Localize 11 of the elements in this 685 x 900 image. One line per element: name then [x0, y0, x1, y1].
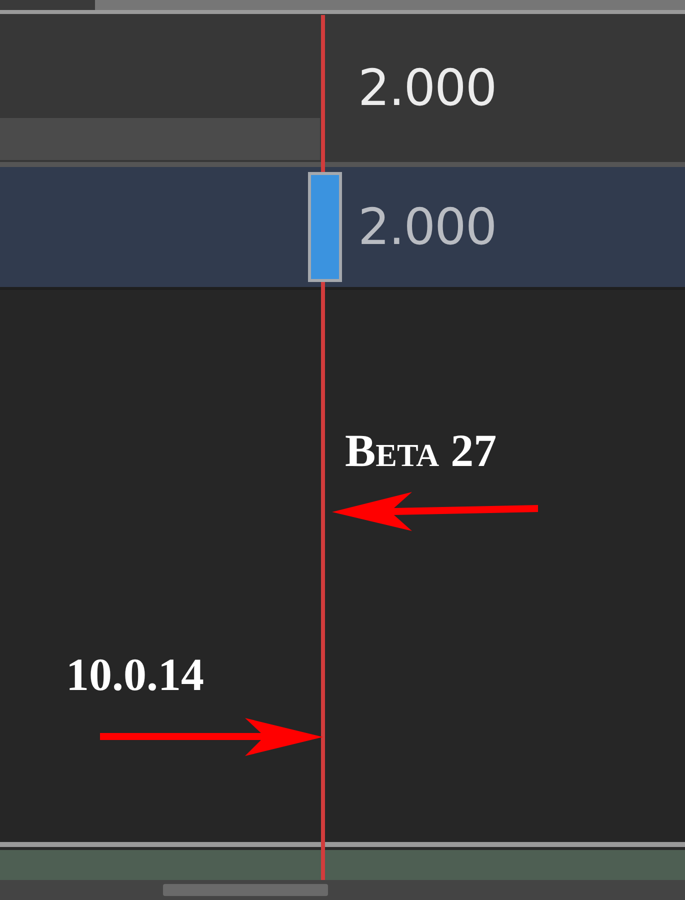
scrollbar-thumb[interactable]: [163, 884, 328, 896]
annotation-label: 10.0.14: [66, 652, 204, 698]
arrow-icon: [100, 717, 323, 759]
arrow-icon: [332, 490, 540, 532]
keyframe-marker[interactable]: [308, 172, 342, 282]
track-row[interactable]: 2.000: [0, 14, 685, 162]
track-value: 2.000: [358, 59, 496, 117]
track-value: 2.000: [358, 198, 496, 256]
annotation-label: Beta 27: [345, 428, 497, 474]
scrollbar[interactable]: [0, 880, 685, 900]
selected-track-row[interactable]: 2.000: [0, 167, 685, 287]
